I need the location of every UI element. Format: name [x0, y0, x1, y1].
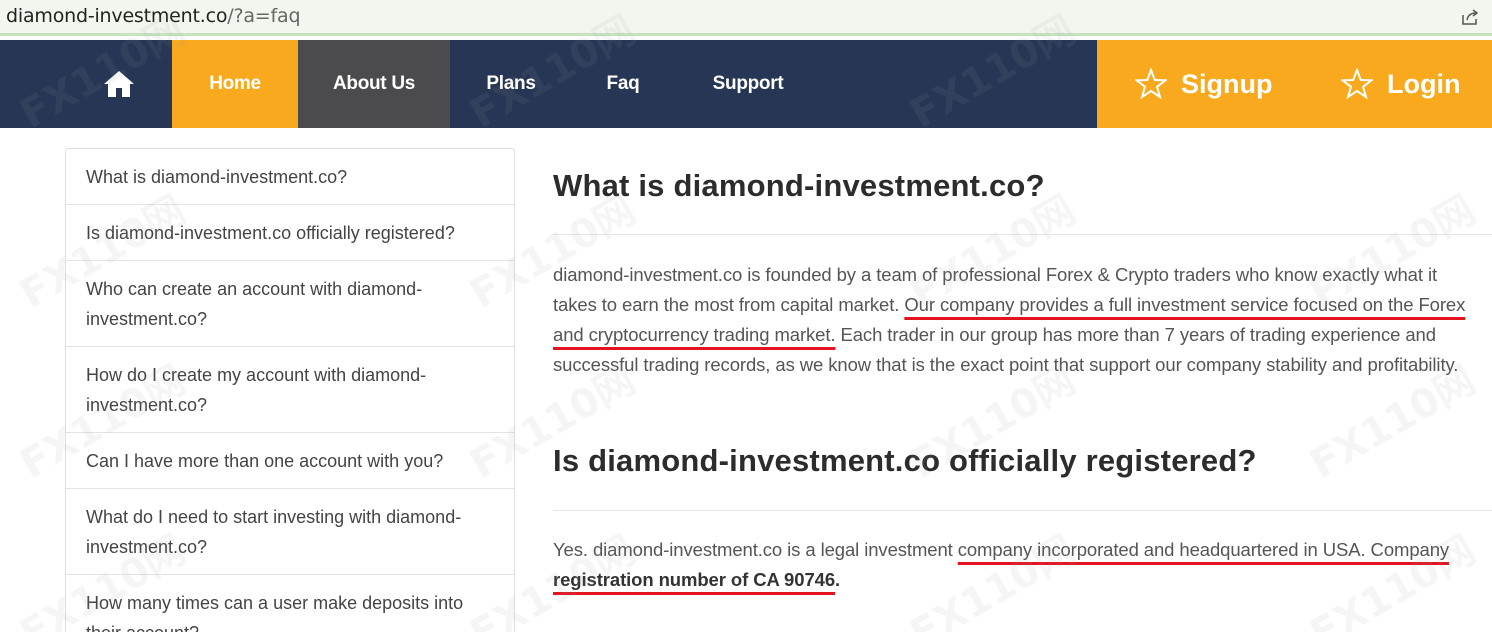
- home-icon-link[interactable]: [92, 40, 146, 128]
- body-text: Yes. diamond-investment.co is a legal in…: [553, 539, 958, 560]
- nav-support[interactable]: Support: [700, 40, 796, 128]
- nav-home[interactable]: Home: [172, 40, 298, 128]
- faq-link[interactable]: Who can create an account with diamond-i…: [66, 261, 514, 347]
- url-text[interactable]: diamond-investment.co/?a=faq: [6, 5, 301, 27]
- auth-panel: Signup Login: [1097, 40, 1492, 128]
- faq-link[interactable]: How many times can a user make deposits …: [66, 575, 514, 632]
- underlined-text: company incorporated and headquartered i…: [957, 539, 1450, 560]
- body-text: .: [835, 569, 841, 590]
- faq-sidebar: What is diamond-investment.co? Is diamon…: [65, 148, 515, 632]
- browser-address-bar[interactable]: diamond-investment.co/?a=faq: [0, 0, 1492, 36]
- section-body: diamond-investment.co is founded by a te…: [553, 260, 1483, 380]
- login-button[interactable]: Login: [1341, 40, 1460, 128]
- signup-label: Signup: [1181, 68, 1273, 99]
- faq-link[interactable]: How do I create my account with diamond-…: [66, 347, 514, 433]
- home-icon: [104, 71, 134, 97]
- registration-number: registration number of CA 90746: [553, 569, 836, 590]
- faq-link[interactable]: What do I need to start investing with d…: [66, 489, 514, 575]
- login-label: Login: [1387, 68, 1461, 99]
- nav-about-us[interactable]: About Us: [298, 40, 450, 128]
- faq-link[interactable]: Is diamond-investment.co officially regi…: [66, 205, 514, 261]
- share-icon[interactable]: [1460, 7, 1480, 27]
- nav-faq[interactable]: Faq: [590, 40, 656, 128]
- signup-button[interactable]: Signup: [1135, 40, 1272, 128]
- star-icon: [1341, 68, 1373, 100]
- url-path: /?a=faq: [227, 5, 301, 27]
- main-navigation: Home About Us Plans Faq Support Signup L…: [0, 40, 1492, 128]
- divider: [553, 510, 1492, 511]
- section-title: What is diamond-investment.co?: [553, 168, 1045, 203]
- url-host: diamond-investment.co: [6, 5, 228, 27]
- section-body: Yes. diamond-investment.co is a legal in…: [553, 535, 1483, 595]
- section-title: Is diamond-investment.co officially regi…: [553, 443, 1257, 478]
- faq-link[interactable]: Can I have more than one account with yo…: [66, 433, 514, 489]
- divider: [553, 234, 1492, 235]
- nav-plans[interactable]: Plans: [470, 40, 552, 128]
- faq-link[interactable]: What is diamond-investment.co?: [66, 149, 514, 205]
- star-icon: [1135, 68, 1167, 100]
